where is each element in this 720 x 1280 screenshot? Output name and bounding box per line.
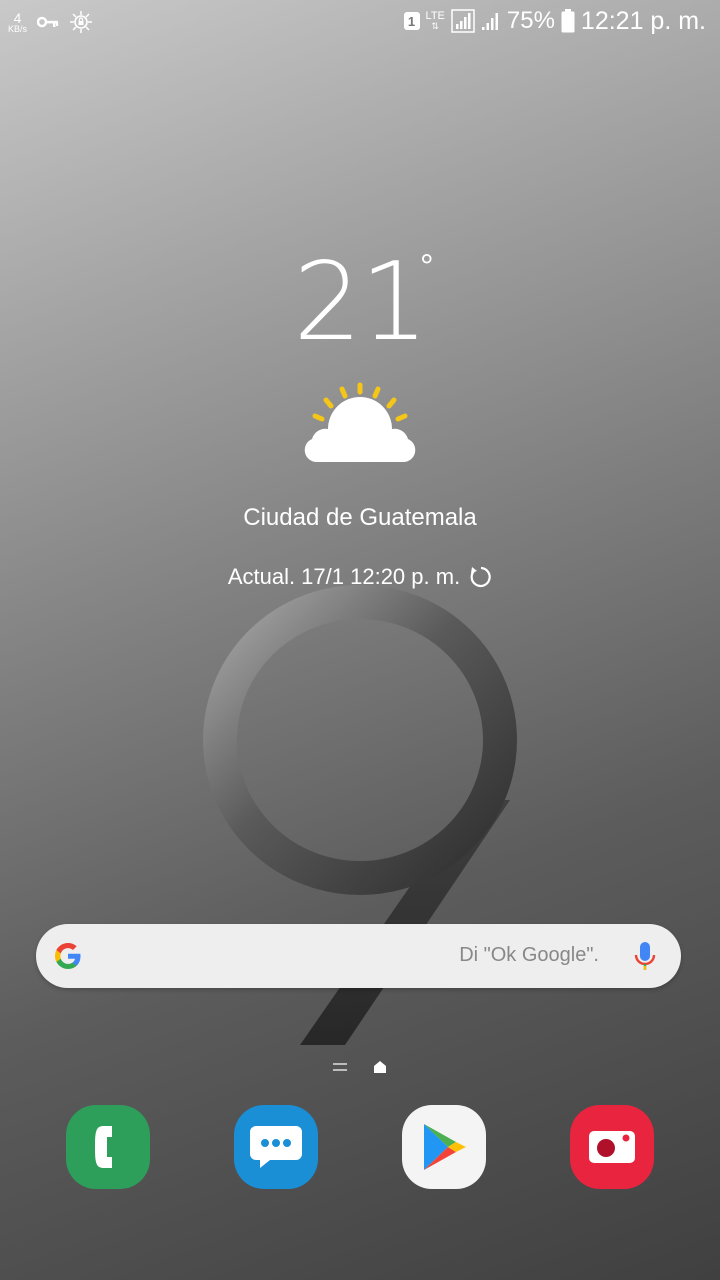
partly-sunny-icon (304, 382, 416, 462)
play-store-app[interactable] (402, 1105, 486, 1189)
google-g-icon (55, 943, 81, 969)
weather-update-row: Actual. 17/1 12:20 p. m. (0, 564, 720, 590)
weather-updated-time: Actual. 17/1 12:20 p. m. (227, 564, 461, 589)
vpn-shield-icon (70, 11, 93, 33)
data-arrows-icon: ⇅ (431, 21, 439, 31)
phone-icon (95, 1126, 112, 1168)
home-page-indicator-icon[interactable] (373, 1060, 387, 1074)
phone-app[interactable] (66, 1105, 150, 1189)
wallpaper-nine-ring (203, 585, 517, 895)
network-speed-unit: KB/s (8, 23, 28, 34)
refresh-icon[interactable] (468, 565, 492, 589)
play-store-icon (424, 1124, 466, 1170)
battery-percentage: 75% (506, 7, 555, 34)
search-hint: Di "Ok Google". (459, 944, 599, 966)
camera-icon (589, 1131, 635, 1163)
menu-page-indicator-icon[interactable] (333, 1062, 347, 1072)
network-speed-value: 4 (13, 9, 22, 26)
weather-city: Ciudad de Guatemala (243, 504, 477, 531)
signal-strength-sim1-icon (451, 9, 475, 33)
messages-app[interactable] (234, 1105, 318, 1189)
mic-icon[interactable] (633, 941, 657, 973)
battery-icon (561, 9, 575, 33)
page-indicator (0, 1060, 720, 1074)
signal-strength-sim2-icon (481, 13, 498, 30)
google-search-bar[interactable]: Di "Ok Google". (36, 924, 681, 988)
wallpaper-background (203, 585, 517, 1045)
temperature-display: 21 (0, 240, 720, 365)
status-bar-right: 1 LTE ⇅ 75% 12:21 p. m. (403, 4, 706, 38)
status-clock: 12:21 p. m. (580, 6, 706, 35)
lte-indicator: LTE ⇅ (426, 11, 445, 31)
vpn-key-icon (37, 16, 59, 28)
weather-widget[interactable]: 21 ° Ciudad de Guatemala Actual. 17/1 12… (0, 240, 720, 600)
sim-slot-badge: 1 (403, 12, 420, 30)
camera-app[interactable] (570, 1105, 654, 1189)
degree-symbol: ° (420, 248, 434, 286)
status-bar-left: 4 KB/s (8, 6, 93, 38)
messages-icon (250, 1126, 302, 1168)
app-dock (0, 1105, 720, 1195)
temperature-value: 21 (293, 240, 428, 365)
network-speed-indicator: 4 KB/s (8, 11, 27, 34)
status-bar: 4 KB/s 1 LTE ⇅ 75% 12:21 p. m. (0, 0, 720, 44)
